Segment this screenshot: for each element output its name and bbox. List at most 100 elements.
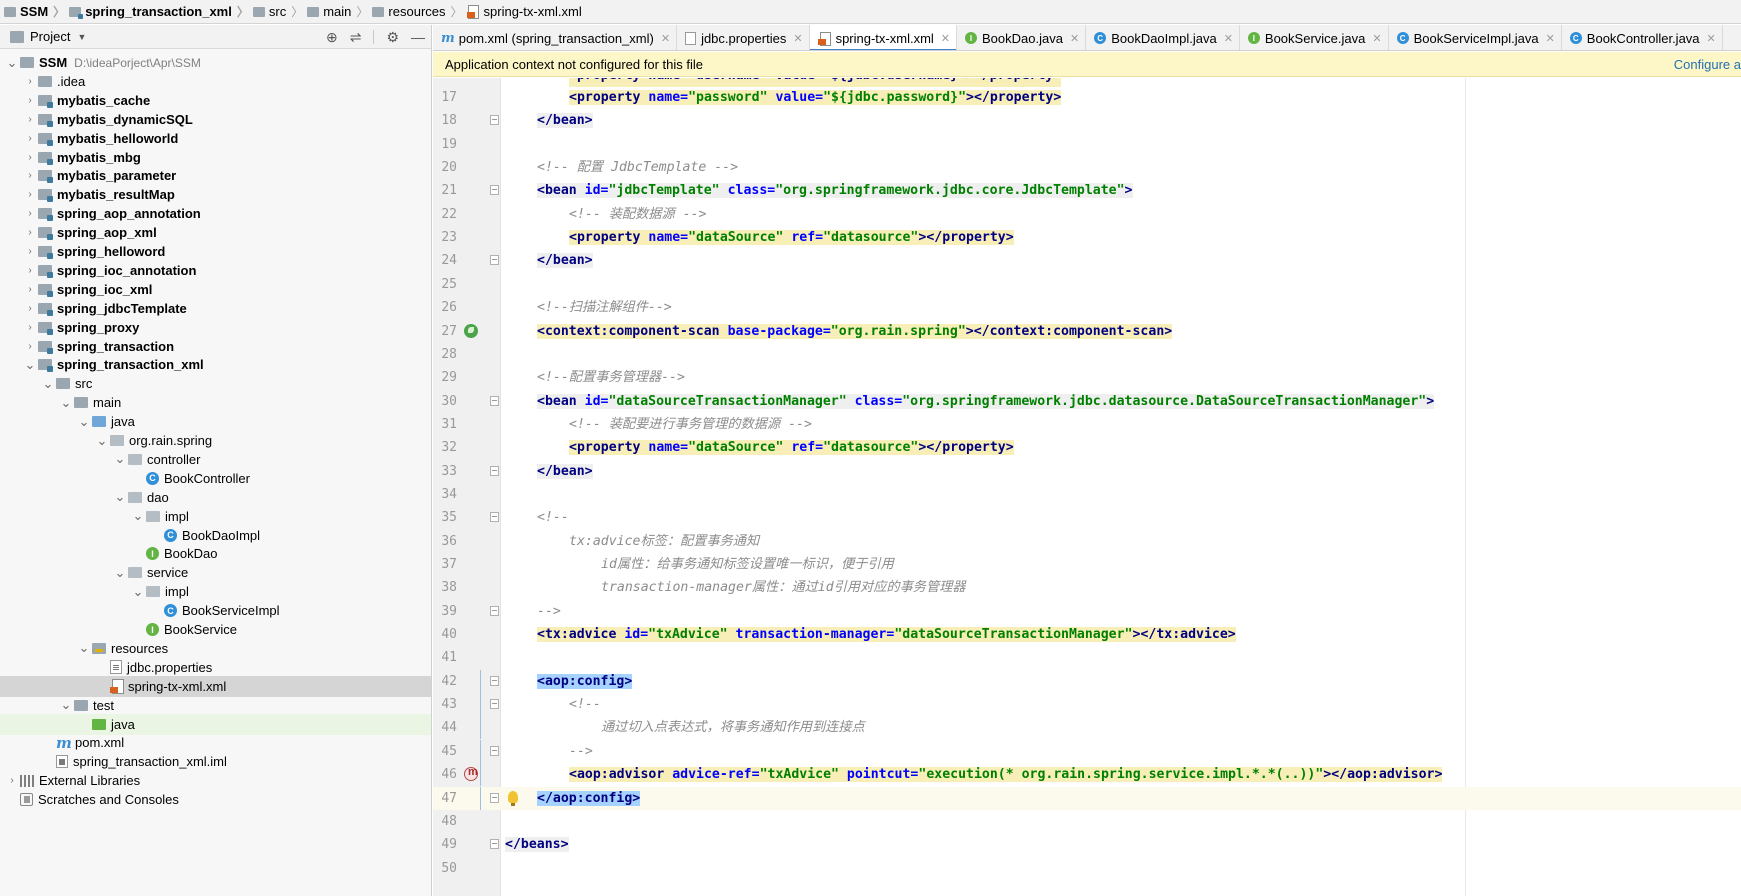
tree-item-impl[interactable]: ⌄ impl bbox=[0, 506, 431, 527]
tab-pom-xml[interactable]: m pom.xml (spring_transaction_xml) ✕ bbox=[433, 25, 678, 50]
close-icon[interactable]: ✕ bbox=[1707, 32, 1716, 45]
chevron-down-icon[interactable]: ⌄ bbox=[58, 396, 74, 409]
tree-item-resources[interactable]: ⌄ resources bbox=[0, 638, 431, 659]
tree-item-scratches-and-consoles[interactable]: ›Scratches and Consoles bbox=[0, 789, 431, 810]
code-editor[interactable]: <property name="username" value="${jdbc.… bbox=[433, 78, 1741, 896]
chevron-down-icon[interactable]: ⌄ bbox=[130, 585, 146, 598]
tree-item-bookserviceimpl[interactable]: ›CBookServiceImpl bbox=[0, 600, 431, 621]
close-icon[interactable]: ✕ bbox=[793, 32, 802, 45]
tree-item-service[interactable]: ⌄ service bbox=[0, 562, 431, 583]
chevron-right-icon[interactable]: › bbox=[22, 265, 38, 276]
tab-bookdaoimpl-java[interactable]: C BookDaoImpl.java ✕ bbox=[1086, 25, 1240, 50]
fold-marker-icon[interactable] bbox=[490, 395, 499, 406]
chevron-down-icon[interactable]: ⌄ bbox=[76, 415, 92, 428]
tab-bookcontroller-java[interactable]: C BookController.java ✕ bbox=[1562, 25, 1723, 50]
tree-item-org-rain-spring[interactable]: ⌄ org.rain.spring bbox=[0, 430, 431, 451]
fold-marker-icon[interactable] bbox=[490, 512, 499, 523]
breadcrumb-item-src[interactable]: src 〉 bbox=[249, 0, 303, 23]
chevron-right-icon[interactable]: › bbox=[22, 152, 38, 163]
lightbulb-icon[interactable] bbox=[508, 790, 518, 806]
spring-bean-icon[interactable] bbox=[464, 323, 478, 338]
chevron-right-icon[interactable]: › bbox=[22, 95, 38, 106]
chevron-right-icon[interactable]: › bbox=[22, 76, 38, 87]
tree-item-mybatis-dynamicsql[interactable]: › mybatis_dynamicSQL bbox=[0, 109, 431, 130]
close-icon[interactable]: ✕ bbox=[1224, 32, 1233, 45]
gear-icon[interactable]: ⚙ bbox=[386, 29, 399, 46]
chevron-down-icon[interactable]: ⌄ bbox=[94, 434, 110, 447]
tree-item-spring-transaction[interactable]: › spring_transaction bbox=[0, 336, 431, 357]
breadcrumb-item-module[interactable]: spring_transaction_xml 〉 bbox=[65, 0, 249, 23]
chevron-down-icon[interactable]: ⌄ bbox=[112, 490, 128, 503]
tree-item-mybatis-resultmap[interactable]: › mybatis_resultMap bbox=[0, 184, 431, 205]
tree-item-idea[interactable]: › .idea bbox=[0, 71, 431, 92]
tree-item-mybatis-mbg[interactable]: › mybatis_mbg bbox=[0, 147, 431, 168]
chevron-down-icon[interactable]: ⌄ bbox=[76, 641, 92, 654]
tree-item-java[interactable]: ⌄ java bbox=[0, 411, 431, 432]
project-view-selector[interactable]: Project bbox=[30, 29, 70, 44]
close-icon[interactable]: ✕ bbox=[1546, 32, 1555, 45]
chevron-right-icon[interactable]: › bbox=[22, 114, 38, 125]
fold-marker-icon[interactable] bbox=[490, 792, 499, 803]
tree-item-spring-jdbctemplate[interactable]: › spring_jdbcTemplate bbox=[0, 298, 431, 319]
fold-marker-icon[interactable] bbox=[490, 255, 499, 266]
tree-item-bookdaoimpl[interactable]: ›CBookDaoImpl bbox=[0, 525, 431, 546]
close-icon[interactable]: ✕ bbox=[941, 32, 950, 45]
fold-marker-icon[interactable] bbox=[490, 185, 499, 196]
tree-item-main[interactable]: ⌄ main bbox=[0, 392, 431, 413]
chevron-right-icon[interactable]: › bbox=[22, 170, 38, 181]
breadcrumb-item-file[interactable]: spring-tx-xml.xml bbox=[463, 0, 582, 23]
chevron-right-icon[interactable]: › bbox=[22, 303, 38, 314]
aop-advisor-icon[interactable] bbox=[464, 766, 478, 782]
fold-marker-icon[interactable] bbox=[490, 605, 499, 616]
locate-file-icon[interactable]: ⊕ bbox=[326, 29, 338, 46]
tree-item-mybatis-helloworld[interactable]: › mybatis_helloworld bbox=[0, 128, 431, 149]
chevron-down-icon[interactable]: ⌄ bbox=[22, 358, 38, 371]
fold-marker-icon[interactable] bbox=[490, 839, 499, 850]
tree-item-spring-ioc-annotation[interactable]: › spring_ioc_annotation bbox=[0, 260, 431, 281]
chevron-right-icon[interactable]: › bbox=[22, 246, 38, 257]
chevron-right-icon[interactable]: › bbox=[22, 341, 38, 352]
tree-item-dao[interactable]: ⌄ dao bbox=[0, 487, 431, 508]
fold-marker-icon[interactable] bbox=[490, 675, 499, 686]
fold-marker-icon[interactable] bbox=[490, 699, 499, 710]
chevron-right-icon[interactable]: › bbox=[22, 284, 38, 295]
chevron-down-icon[interactable]: ⌄ bbox=[58, 698, 74, 711]
chevron-down-icon[interactable]: ⌄ bbox=[130, 509, 146, 522]
tree-item-ssm[interactable]: ⌄ SSM D:\ideaPorject\Apr\SSM bbox=[0, 52, 431, 73]
tree-item-spring-transaction-xml[interactable]: ⌄ spring_transaction_xml bbox=[0, 354, 431, 375]
configure-link[interactable]: Configure a bbox=[1674, 57, 1741, 72]
dropdown-arrow-icon[interactable]: ▼ bbox=[77, 32, 86, 42]
tree-item-spring-proxy[interactable]: › spring_proxy bbox=[0, 317, 431, 338]
chevron-right-icon[interactable]: › bbox=[22, 133, 38, 144]
tree-item-impl[interactable]: ⌄ impl bbox=[0, 581, 431, 602]
tab-bookservice-java[interactable]: I BookService.java ✕ bbox=[1240, 25, 1389, 50]
tree-item-bookcontroller[interactable]: ›CBookController bbox=[0, 468, 431, 489]
tab-bookserviceimpl-java[interactable]: C BookServiceImpl.java ✕ bbox=[1389, 25, 1562, 50]
tab-bookdao-java[interactable]: I BookDao.java ✕ bbox=[957, 25, 1087, 50]
tree-item-spring-helloword[interactable]: › spring_helloword bbox=[0, 241, 431, 262]
tree-item-spring-ioc-xml[interactable]: › spring_ioc_xml bbox=[0, 279, 431, 300]
hide-panel-icon[interactable]: — bbox=[411, 29, 425, 45]
close-icon[interactable]: ✕ bbox=[1070, 32, 1079, 45]
breadcrumb-item-main[interactable]: main 〉 bbox=[303, 0, 368, 23]
tree-item-spring-aop-annotation[interactable]: › spring_aop_annotation bbox=[0, 203, 431, 224]
tree-item-java[interactable]: ›java bbox=[0, 713, 431, 735]
tree-item-external-libraries[interactable]: › External Libraries bbox=[0, 770, 431, 791]
tree-item-mybatis-cache[interactable]: › mybatis_cache bbox=[0, 90, 431, 111]
tree-item-pom-xml[interactable]: ›mpom.xml bbox=[0, 732, 431, 753]
chevron-right-icon[interactable]: › bbox=[22, 208, 38, 219]
tree-item-controller[interactable]: ⌄ controller bbox=[0, 449, 431, 470]
chevron-down-icon[interactable]: ⌄ bbox=[112, 452, 128, 465]
tree-item-jdbc-properties[interactable]: ›jdbc.properties bbox=[0, 657, 431, 678]
tree-item-spring-tx-xml-xml[interactable]: ›spring-tx-xml.xml bbox=[0, 675, 431, 697]
close-icon[interactable]: ✕ bbox=[1372, 32, 1381, 45]
chevron-down-icon[interactable]: ⌄ bbox=[112, 566, 128, 579]
tab-spring-tx-xml-xml[interactable]: spring-tx-xml.xml ✕ bbox=[809, 25, 958, 50]
tree-item-bookdao[interactable]: ›IBookDao bbox=[0, 543, 431, 564]
collapse-all-icon[interactable]: ⇌ bbox=[350, 29, 362, 46]
close-icon[interactable]: ✕ bbox=[661, 32, 670, 45]
tree-item-spring-aop-xml[interactable]: › spring_aop_xml bbox=[0, 222, 431, 243]
tree-item-spring-transaction-xml-iml[interactable]: ›spring_transaction_xml.iml bbox=[0, 751, 431, 772]
tree-item-src[interactable]: ⌄ src bbox=[0, 373, 431, 394]
fold-marker-icon[interactable] bbox=[490, 745, 499, 756]
